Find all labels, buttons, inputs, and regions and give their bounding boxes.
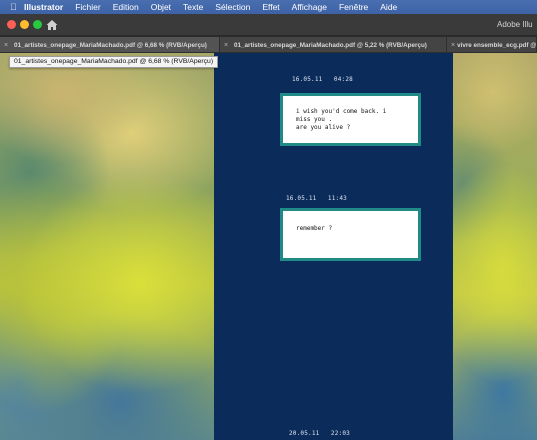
blurred-artwork-left <box>0 53 214 440</box>
apple-icon[interactable]:  <box>0 0 17 14</box>
timestamp: 20.05.11 22:03 <box>289 430 350 437</box>
artboard-canvas[interactable]: 16.05.11 04:28 i wish you'd come back. i… <box>0 53 537 440</box>
menu-fichier[interactable]: Fichier <box>69 0 107 14</box>
message-box[interactable]: remember ? <box>280 208 421 261</box>
tab-label: 01_artistes_onepage_MariaMachado.pdf @ 5… <box>234 41 427 49</box>
artboard-page[interactable]: 16.05.11 04:28 i wish you'd come back. i… <box>214 53 453 440</box>
app-title-bar: Adobe Illu <box>0 14 537 36</box>
menu-aide[interactable]: Aide <box>374 0 403 14</box>
menu-bar:  Illustrator Fichier Edition Objet Text… <box>0 0 537 14</box>
tab-tooltip: 01_artistes_onepage_MariaMachado.pdf @ 6… <box>9 56 219 68</box>
menu-edition[interactable]: Edition <box>107 0 145 14</box>
close-tab-icon[interactable]: × <box>224 42 232 49</box>
menu-selection[interactable]: Sélection <box>209 0 256 14</box>
message-box[interactable]: i wish you'd come back. i miss you . are… <box>280 93 421 146</box>
timestamp: 16.05.11 11:43 <box>286 195 347 202</box>
minimize-window-button[interactable] <box>20 20 29 29</box>
fullscreen-window-button[interactable] <box>33 20 42 29</box>
close-tab-icon[interactable]: × <box>4 42 12 49</box>
menu-affichage[interactable]: Affichage <box>286 0 333 14</box>
menu-objet[interactable]: Objet <box>145 0 177 14</box>
home-icon[interactable] <box>45 18 59 32</box>
message-line: are you alive ? <box>296 124 351 131</box>
tab-document-2[interactable]: × 01_artistes_onepage_MariaMachado.pdf @… <box>220 37 447 52</box>
tab-document-1[interactable]: × 01_artistes_onepage_MariaMachado.pdf @… <box>0 37 220 52</box>
tab-label: 01_artistes_onepage_MariaMachado.pdf @ 6… <box>14 41 207 49</box>
message-line: i wish you'd come back. i <box>296 108 387 115</box>
message-line: remember ? <box>296 225 333 232</box>
app-title: Adobe Illu <box>497 20 533 29</box>
close-window-button[interactable] <box>7 20 16 29</box>
document-tab-bar: × 01_artistes_onepage_MariaMachado.pdf @… <box>0 37 537 53</box>
tab-document-3[interactable]: × vivre ensemble_ecg.pdf @ <box>447 37 537 52</box>
tab-label: vivre ensemble_ecg.pdf @ <box>457 41 537 49</box>
menu-app-name[interactable]: Illustrator <box>16 0 69 14</box>
menu-texte[interactable]: Texte <box>177 0 209 14</box>
menu-fenetre[interactable]: Fenêtre <box>333 0 374 14</box>
blurred-artwork-right <box>453 53 537 440</box>
menu-effet[interactable]: Effet <box>256 0 285 14</box>
message-line: miss you . <box>296 116 333 123</box>
timestamp: 16.05.11 04:28 <box>292 76 353 83</box>
